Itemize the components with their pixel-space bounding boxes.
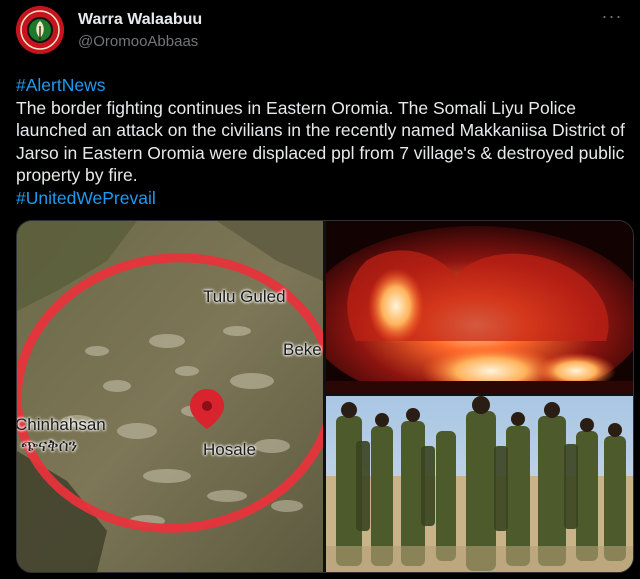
more-options-icon[interactable]: ··· — [600, 7, 624, 30]
tweet-text: #AlertNews The border fighting continues… — [16, 74, 628, 209]
media-grid: Tulu Guled Beke Chinhahsan ጭናቅሰን Hosale — [16, 220, 634, 573]
map-label-hosale: Hosale — [203, 440, 256, 459]
tweet-header: Warra Walaabuu @OromooAbbaas ··· — [16, 6, 624, 58]
hashtag-alertnews[interactable]: #AlertNews — [16, 75, 105, 95]
map-label-tulu-guled: Tulu Guled — [203, 287, 286, 306]
soldiers-photo[interactable] — [326, 396, 633, 572]
map-image[interactable]: Tulu Guled Beke Chinhahsan ጭናቅሰን Hosale — [17, 221, 323, 572]
oromo-emblem-icon — [16, 6, 64, 54]
map-label-beke: Beke — [283, 340, 322, 359]
tweet-body: The border fighting continues in Eastern… — [16, 97, 625, 186]
terrain-map-graphic — [17, 221, 323, 572]
map-label-chinhahsan-geez: ጭናቅሰን — [21, 436, 78, 455]
user-handle[interactable]: @OromooAbbaas — [78, 32, 202, 52]
map-label-chinhahsan: Chinhahsan — [16, 415, 106, 434]
avatar[interactable] — [16, 6, 64, 54]
fire-image-graphic — [326, 221, 633, 393]
soldiers-image-graphic — [326, 396, 633, 572]
hashtag-unitedweprevail[interactable]: #UnitedWePrevail — [16, 188, 156, 208]
display-name[interactable]: Warra Walaabuu — [78, 10, 202, 30]
fire-photo[interactable] — [326, 221, 633, 393]
